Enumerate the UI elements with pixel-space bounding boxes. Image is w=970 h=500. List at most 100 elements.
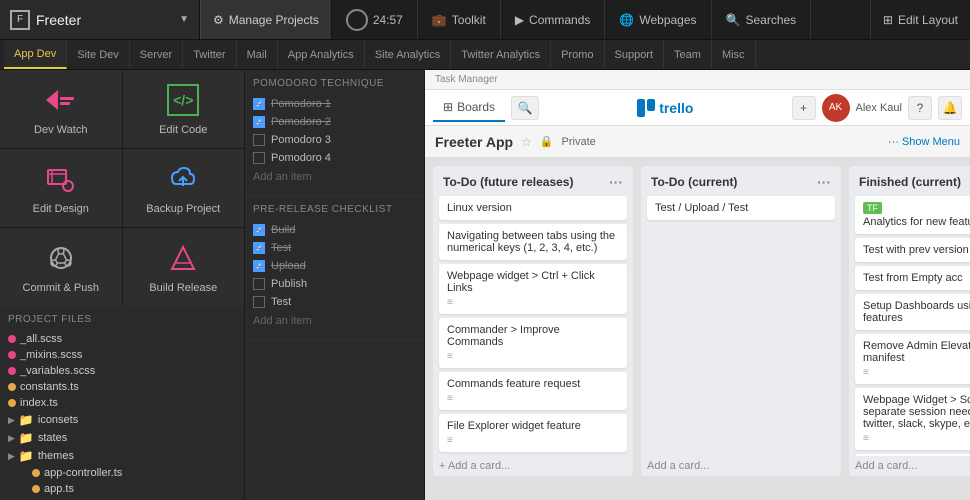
commit-push-button[interactable]: Commit & Push xyxy=(0,228,122,306)
file-all-scss[interactable]: _all.scss xyxy=(8,331,236,347)
checklist-test2[interactable]: Test xyxy=(253,293,416,311)
pomodoro-item-4[interactable]: Pomodoro 4 xyxy=(253,149,416,167)
card-linux[interactable]: Linux version xyxy=(439,196,627,220)
checkbox-1[interactable]: ✓ xyxy=(253,98,265,110)
tab-team[interactable]: Team xyxy=(664,40,712,69)
card-test-upload[interactable]: Test / Upload / Test xyxy=(647,196,835,220)
nav-timer[interactable]: 24:57 xyxy=(332,0,418,39)
checklist-title: Pre-release Checklist xyxy=(253,204,416,215)
checklist-publish[interactable]: Publish xyxy=(253,275,416,293)
file-app-controller[interactable]: app-controller.ts xyxy=(8,465,236,481)
add-card-todo-current[interactable]: Add a card... xyxy=(641,456,841,476)
file-mixins-scss[interactable]: _mixins.scss xyxy=(8,347,236,363)
show-menu-button[interactable]: ··· Show Menu xyxy=(888,136,960,148)
layout-icon: ⊞ xyxy=(883,13,893,27)
tab-twitter[interactable]: Twitter xyxy=(183,40,236,69)
edit-layout-button[interactable]: ⊞ Edit Layout xyxy=(870,0,970,39)
card-empty-acc[interactable]: Test from Empty acc xyxy=(855,266,970,290)
col-cards-todo-future: Linux version Navigating between tabs us… xyxy=(433,196,633,456)
file-constants-ts[interactable]: constants.ts xyxy=(8,379,236,395)
tab-app-analytics[interactable]: App Analytics xyxy=(278,40,365,69)
tab-misc[interactable]: Misc xyxy=(712,40,756,69)
nav-webpages[interactable]: 🌐 Webpages xyxy=(605,0,711,39)
dropdown-arrow: ▼ xyxy=(179,14,189,25)
manage-projects-button[interactable]: ⚙ Manage Projects xyxy=(200,0,332,39)
add-card-finished[interactable]: Add a card... xyxy=(849,456,970,476)
nav-commands[interactable]: ▶ Commands xyxy=(501,0,606,39)
top-nav: F Freeter ▼ ⚙ Manage Projects 24:57 💼 To… xyxy=(0,0,970,40)
card-file-explorer[interactable]: File Explorer widget feature ≡ xyxy=(439,414,627,452)
nav-searches[interactable]: 🔍 Searches xyxy=(712,0,812,39)
checkbox-4[interactable] xyxy=(253,152,265,164)
upload-checkbox[interactable]: ✓ xyxy=(253,260,265,272)
backup-project-button[interactable]: Backup Project xyxy=(123,149,245,227)
card-analytics[interactable]: TF Analytics for new features xyxy=(855,196,970,234)
pomodoro-item-1[interactable]: ✓ Pomodoro 1 xyxy=(253,95,416,113)
tab-site-analytics[interactable]: Site Analytics xyxy=(365,40,451,69)
ts-dot xyxy=(8,383,16,391)
play-icon: ▶ xyxy=(515,13,524,27)
tab-support[interactable]: Support xyxy=(605,40,665,69)
briefcase-icon: 💼 xyxy=(432,13,447,27)
checklist-build[interactable]: ✓ Build xyxy=(253,221,416,239)
folder-icon: 📁 xyxy=(19,413,34,427)
middle-panel: Pomodoro technique ✓ Pomodoro 1 ✓ Pomodo… xyxy=(245,70,425,500)
edit-design-button[interactable]: Edit Design xyxy=(0,149,122,227)
checklist-add-item[interactable]: Add an item xyxy=(253,311,416,331)
card-remove-admin[interactable]: Remove Admin Elevation / Win manifest ≡ xyxy=(855,334,970,384)
pomodoro-add-item[interactable]: Add an item xyxy=(253,167,416,187)
folder-themes[interactable]: ▶ 📁 themes xyxy=(8,447,236,465)
edit-code-button[interactable]: </> Edit Code xyxy=(123,70,245,148)
tab-mail[interactable]: Mail xyxy=(237,40,278,69)
tab-site-dev[interactable]: Site Dev xyxy=(67,40,130,69)
card-commands-feature[interactable]: Commands feature request ≡ xyxy=(439,372,627,410)
card-prev-version[interactable]: Test with prev version data files xyxy=(855,238,970,262)
card-tabs-nav[interactable]: Navigating between tabs using the numeri… xyxy=(439,224,627,260)
add-card-todo-future[interactable]: + Add a card... xyxy=(433,456,633,476)
col-header-todo-future: To-Do (future releases) ··· xyxy=(433,166,633,196)
test2-checkbox[interactable] xyxy=(253,296,265,308)
folder-states[interactable]: ▶ 📁 states xyxy=(8,429,236,447)
file-index-ts[interactable]: index.ts xyxy=(8,395,236,411)
tab-twitter-analytics[interactable]: Twitter Analytics xyxy=(451,40,551,69)
pomodoro-item-3[interactable]: Pomodoro 3 xyxy=(253,131,416,149)
tab-promo[interactable]: Promo xyxy=(551,40,604,69)
checklist-upload[interactable]: ✓ Upload xyxy=(253,257,416,275)
build-release-button[interactable]: Build Release xyxy=(123,228,245,306)
checkbox-3[interactable] xyxy=(253,134,265,146)
tab-server[interactable]: Server xyxy=(130,40,183,69)
test-checkbox[interactable]: ✓ xyxy=(253,242,265,254)
trello-avatar: AK xyxy=(822,94,850,122)
card-setup-dashboards[interactable]: Setup Dashboards using the new features xyxy=(855,294,970,330)
col-more-button[interactable]: ··· xyxy=(817,174,831,190)
tab-app-dev[interactable]: App Dev xyxy=(4,40,67,69)
trello-bell-button[interactable]: ? xyxy=(908,96,932,120)
card-webpage-scenario[interactable]: Webpage Widget > Scenario when a separat… xyxy=(855,388,970,450)
checklist-test[interactable]: ✓ Test xyxy=(253,239,416,257)
build-checkbox[interactable]: ✓ xyxy=(253,224,265,236)
folder-icon: 📁 xyxy=(19,431,34,445)
file-app-ts[interactable]: app.ts xyxy=(8,481,236,497)
folder-iconsets[interactable]: ▶ 📁 iconsets xyxy=(8,411,236,429)
card-commander[interactable]: Commander > Improve Commands ≡ xyxy=(439,318,627,368)
trello-notification-button[interactable]: 🔔 xyxy=(938,96,962,120)
design-icon xyxy=(43,161,79,197)
publish-checkbox[interactable] xyxy=(253,278,265,290)
checkbox-2[interactable]: ✓ xyxy=(253,116,265,128)
pomodoro-item-2[interactable]: ✓ Pomodoro 2 xyxy=(253,113,416,131)
private-label: Private xyxy=(562,136,596,148)
trello-add-button[interactable]: + xyxy=(792,96,816,120)
trello-boards-tab[interactable]: ⊞ Boards xyxy=(433,94,505,122)
logo-icon: F xyxy=(10,10,30,30)
desc-icon: ≡ xyxy=(863,433,970,444)
col-more-button[interactable]: ··· xyxy=(609,174,623,190)
dev-watch-button[interactable]: Dev Watch xyxy=(0,70,122,148)
card-webpage-ctrl[interactable]: Webpage widget > Ctrl + Click Links ≡ xyxy=(439,264,627,314)
app-logo[interactable]: F Freeter ▼ xyxy=(0,0,200,39)
trello-bar: ⊞ Boards 🔍 trello + AK Alex Kaul ? 🔔 xyxy=(425,90,970,126)
file-variables-scss[interactable]: _variables.scss xyxy=(8,363,236,379)
app-name: Freeter xyxy=(36,12,173,28)
star-icon[interactable]: ☆ xyxy=(521,135,532,149)
nav-toolkit[interactable]: 💼 Toolkit xyxy=(418,0,501,39)
trello-search-button[interactable]: 🔍 xyxy=(511,96,539,120)
